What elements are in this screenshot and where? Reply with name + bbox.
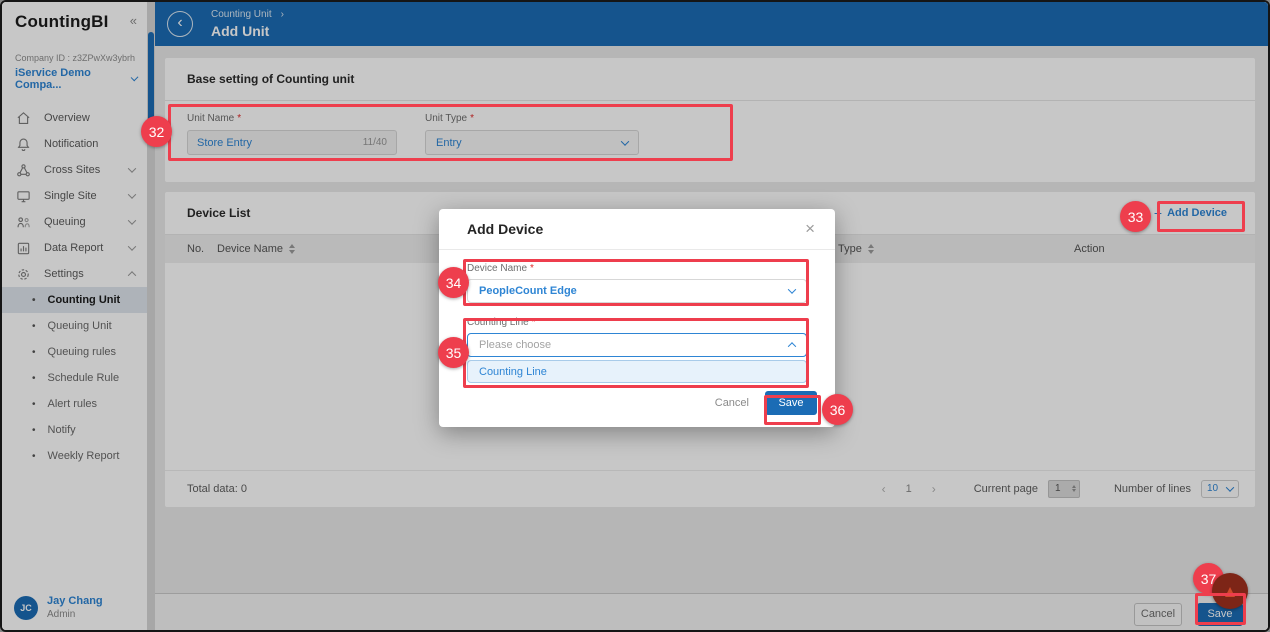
chevron-down-icon <box>788 285 796 293</box>
modal-title: Add Device <box>467 221 543 237</box>
chevron-up-icon <box>788 342 796 350</box>
counting-line-field: Counting Line* Please choose Counting Li… <box>467 317 807 383</box>
modal-cancel-button[interactable]: Cancel <box>715 397 749 409</box>
add-device-modal: Add Device × Device Name* PeopleCount Ed… <box>439 209 835 427</box>
counting-line-label: Counting Line <box>467 317 529 328</box>
app-screen: CountingBI « Company ID : z3ZPwXw3ybrh i… <box>0 0 1270 632</box>
counting-line-placeholder: Please choose <box>479 339 551 351</box>
counting-line-option[interactable]: Counting Line <box>467 360 807 383</box>
close-icon[interactable]: × <box>805 219 815 239</box>
device-name-select[interactable]: PeopleCount Edge <box>467 279 807 303</box>
modal-save-button[interactable]: Save <box>765 391 817 415</box>
device-name-label: Device Name <box>467 263 527 274</box>
required-asterisk: * <box>530 263 534 274</box>
device-name-value: PeopleCount Edge <box>479 285 577 297</box>
counting-line-select[interactable]: Please choose <box>467 333 807 357</box>
required-asterisk: * <box>532 317 536 328</box>
device-name-field: Device Name* PeopleCount Edge <box>467 263 807 303</box>
